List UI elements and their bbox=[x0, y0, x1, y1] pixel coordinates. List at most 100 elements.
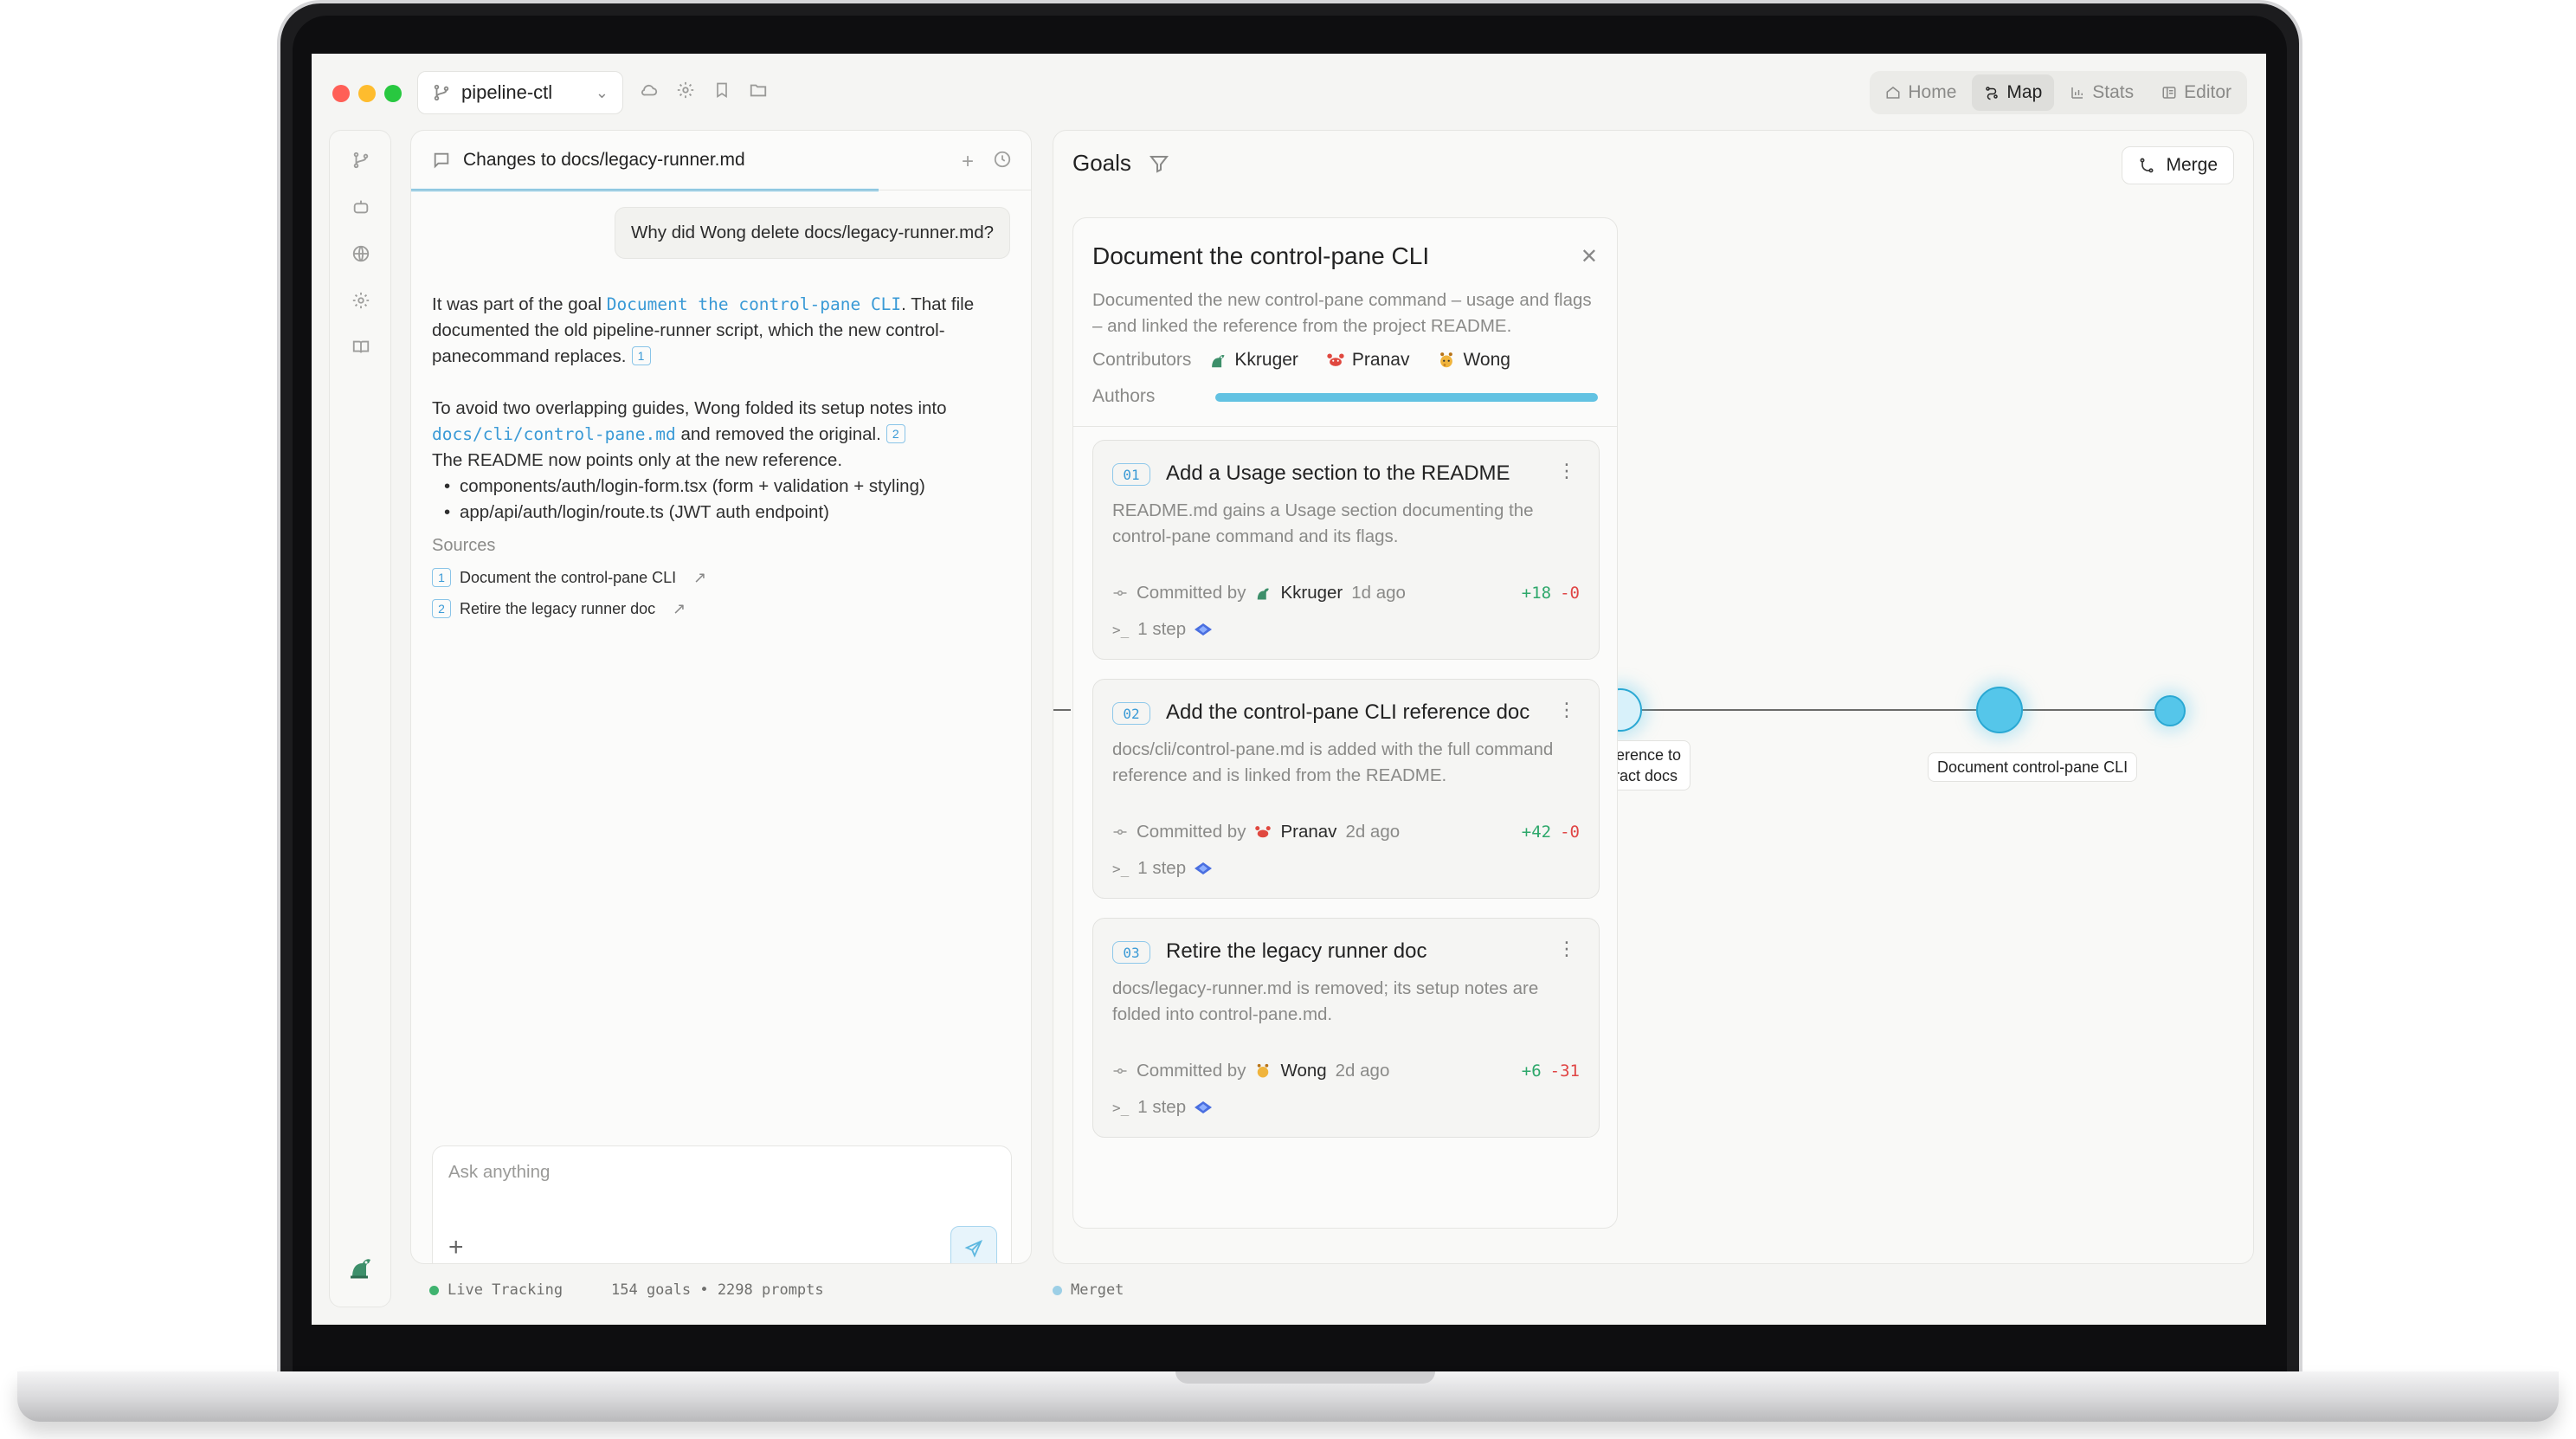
citation-badge[interactable]: 2 bbox=[886, 424, 905, 443]
rail-globe-icon[interactable] bbox=[351, 243, 371, 264]
nav-map[interactable]: Map bbox=[1972, 74, 2055, 111]
model-gem-icon bbox=[1195, 623, 1213, 636]
contributor[interactable]: Wong bbox=[1437, 350, 1510, 371]
source-number: 2 bbox=[432, 599, 451, 618]
assistant-answer: It was part of the goal Document the con… bbox=[432, 292, 1003, 526]
repo-selector[interactable]: pipeline-ctl ⌄ bbox=[417, 71, 623, 114]
minimize-window-button[interactable] bbox=[358, 85, 376, 102]
rail-branch-icon[interactable] bbox=[351, 150, 371, 171]
terminal-icon: >_ bbox=[1112, 621, 1130, 638]
lines-removed: -0 bbox=[1560, 823, 1580, 842]
file-link[interactable]: docs/cli/control-pane.md bbox=[432, 424, 676, 444]
rail-settings-icon[interactable] bbox=[351, 290, 371, 311]
folder-icon[interactable] bbox=[748, 80, 769, 100]
brand-dot-icon bbox=[1053, 1285, 1062, 1295]
goal-description: Documented the new control-pane command … bbox=[1092, 290, 1592, 336]
chat-tab[interactable]: Changes to docs/legacy-runner.md bbox=[411, 131, 879, 191]
step-number: 01 bbox=[1112, 463, 1150, 486]
brand-status: Merget bbox=[1053, 1281, 1124, 1299]
nav-editor[interactable]: Editor bbox=[2149, 74, 2244, 111]
contributors-label: Contributors bbox=[1092, 350, 1192, 370]
list-item: components/auth/login-form.tsx (form + v… bbox=[432, 474, 1003, 500]
goal-node-current[interactable] bbox=[1976, 687, 2023, 733]
goals-panel: Goals Merge -reference to ontract docs D… bbox=[1053, 130, 2254, 1264]
authors-label: Authors bbox=[1092, 386, 1156, 406]
contributor[interactable]: Kkruger bbox=[1208, 350, 1298, 371]
step-commit: Committed by Pranav 2d ago +42 -0 bbox=[1112, 822, 1580, 842]
chat-input[interactable] bbox=[448, 1162, 968, 1183]
close-icon[interactable]: ✕ bbox=[1581, 244, 1598, 269]
rail-bot-icon[interactable] bbox=[351, 197, 371, 217]
chat-panel: Changes to docs/legacy-runner.md + Why d… bbox=[410, 130, 1032, 1264]
step-count[interactable]: >_ 1 step bbox=[1112, 1097, 1213, 1118]
more-options-icon[interactable]: ⋮ bbox=[1557, 699, 1576, 721]
step-description: docs/legacy-runner.md is removed; its se… bbox=[1112, 978, 1539, 1024]
step-count-label: 1 step bbox=[1137, 1097, 1187, 1117]
nav-stats[interactable]: Stats bbox=[2058, 74, 2146, 111]
new-chat-plus-icon[interactable]: + bbox=[962, 150, 974, 175]
commit-author[interactable]: Wong bbox=[1280, 1061, 1326, 1081]
answer-paragraph-2: To avoid two overlapping guides, Wong fo… bbox=[432, 396, 1003, 474]
chat-tab-title: Changes to docs/legacy-runner.md bbox=[463, 149, 745, 170]
lines-removed: -0 bbox=[1560, 584, 1580, 603]
more-options-icon[interactable]: ⋮ bbox=[1557, 938, 1576, 960]
merge-button[interactable]: Merge bbox=[2122, 146, 2234, 184]
laptop-notch bbox=[1175, 1371, 1435, 1384]
step-card-3[interactable]: 03 Retire the legacy runner doc ⋮ docs/l… bbox=[1092, 918, 1600, 1138]
more-options-icon[interactable]: ⋮ bbox=[1557, 460, 1576, 482]
step-description: docs/cli/control-pane.md is added with t… bbox=[1112, 739, 1554, 785]
contributor-name: Wong bbox=[1463, 350, 1510, 370]
source-label: Retire the legacy runner doc bbox=[460, 599, 656, 617]
answer-text: The README now points only at the new re… bbox=[432, 450, 843, 470]
source-item-1[interactable]: 1 Document the control-pane CLI ↗ bbox=[432, 565, 706, 590]
goal-link[interactable]: Document the control-pane CLI bbox=[607, 294, 901, 314]
contributor[interactable]: Pranav bbox=[1326, 350, 1409, 371]
settings-icon[interactable] bbox=[675, 80, 696, 100]
top-navigation: Home Map Stats Editor bbox=[1870, 71, 2247, 114]
home-icon bbox=[1886, 87, 1900, 99]
map-icon bbox=[1986, 87, 1999, 100]
crab-avatar-icon bbox=[1255, 826, 1272, 838]
step-title: Add the control-pane CLI reference doc bbox=[1166, 700, 1530, 724]
lines-added: +6 bbox=[1521, 1062, 1542, 1081]
goal-node[interactable] bbox=[2154, 695, 2186, 726]
nav-home[interactable]: Home bbox=[1873, 74, 1968, 111]
commit-time: 2d ago bbox=[1335, 1061, 1390, 1081]
step-card-1[interactable]: 01 Add a Usage section to the README ⋮ R… bbox=[1092, 440, 1600, 660]
step-count[interactable]: >_ 1 step bbox=[1112, 619, 1213, 640]
history-clock-icon[interactable] bbox=[993, 150, 1012, 175]
step-count[interactable]: >_ 1 step bbox=[1112, 858, 1213, 879]
citation-badge[interactable]: 1 bbox=[631, 346, 651, 365]
commit-author[interactable]: Pranav bbox=[1280, 822, 1336, 842]
goal-detail-card: Document the control-pane CLI ✕ Document… bbox=[1072, 217, 1618, 1229]
external-link-icon: ↗ bbox=[673, 599, 686, 617]
close-window-button[interactable] bbox=[332, 85, 350, 102]
committed-by-label: Committed by bbox=[1137, 583, 1246, 603]
step-number: 03 bbox=[1112, 941, 1150, 964]
nav-stats-label: Stats bbox=[2092, 82, 2135, 102]
send-button[interactable] bbox=[950, 1226, 997, 1263]
goal-title: Document the control-pane CLI bbox=[1092, 242, 1430, 269]
answer-text: To avoid two overlapping guides, Wong fo… bbox=[432, 398, 947, 418]
cloud-icon[interactable] bbox=[639, 80, 660, 100]
goals-title: Goals bbox=[1072, 150, 1131, 176]
filter-icon[interactable] bbox=[1149, 153, 1169, 174]
status-bar: Live Tracking 154 goals • 2298 prompts M… bbox=[312, 1273, 2266, 1307]
bookmark-icon[interactable] bbox=[712, 80, 732, 100]
model-gem-icon bbox=[1195, 1101, 1213, 1113]
step-card-2[interactable]: 02 Add the control-pane CLI reference do… bbox=[1092, 679, 1600, 899]
live-dot-icon bbox=[429, 1285, 439, 1295]
commit-author[interactable]: Kkruger bbox=[1280, 583, 1343, 603]
attach-plus-icon[interactable]: + bbox=[448, 1233, 464, 1262]
rail-book-icon[interactable] bbox=[351, 337, 371, 358]
live-tracking-label: Live Tracking bbox=[448, 1281, 564, 1299]
source-item-2[interactable]: 2 Retire the legacy runner doc ↗ bbox=[432, 597, 686, 621]
authors-bar bbox=[1215, 393, 1598, 402]
brand-label: Merget bbox=[1071, 1281, 1124, 1299]
crab-avatar-icon bbox=[1327, 353, 1344, 366]
giraffe-avatar-icon bbox=[1440, 352, 1453, 368]
card-divider bbox=[1073, 426, 1617, 427]
send-icon bbox=[964, 1239, 983, 1258]
terminal-icon: >_ bbox=[1112, 860, 1130, 877]
maximize-window-button[interactable] bbox=[384, 85, 402, 102]
